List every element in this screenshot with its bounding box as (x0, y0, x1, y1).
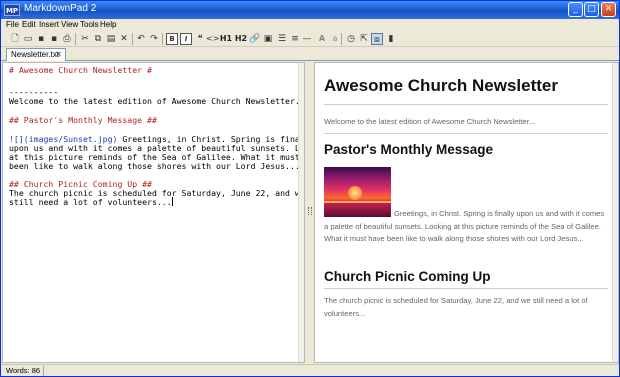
markdown-editor[interactable]: # Awesome Church Newsletter # ----------… (2, 62, 305, 363)
save-all-icon[interactable]: ▪ (48, 33, 60, 45)
toolbar: 🗋 ▭ ▪ ▪ ⎙ ✂ ⧉ ▤ ✕ ↶ ↷ B I ❝ <> H1 H2 🔗 ▣… (1, 31, 619, 47)
preview-picnic-text: The church picnic is scheduled for Satur… (324, 296, 588, 318)
uppercase-button[interactable]: A (315, 33, 329, 45)
live-preview-icon[interactable]: ⧈ (371, 33, 383, 45)
close-tab-icon[interactable]: ✕ (55, 49, 62, 61)
preview-title: Awesome Church Newsletter (324, 76, 558, 95)
app-logo-icon: MP (4, 4, 20, 16)
document-tab-strip: Newsletter.txt ✕ (1, 47, 619, 61)
link-icon[interactable]: 🔗 (249, 33, 261, 45)
title-bar[interactable]: MP MarkdownPad 2 _ □ ✕ (1, 1, 619, 19)
lowercase-button[interactable]: a (328, 33, 342, 45)
menu-bar: File Edit Insert View Tools Help (1, 19, 619, 31)
menu-edit[interactable]: Edit (22, 20, 36, 29)
paste-icon[interactable]: ▤ (105, 33, 117, 45)
editor-line: # Awesome Church Newsletter # (9, 65, 152, 75)
quote-icon[interactable]: ❝ (194, 33, 206, 45)
toolbar-separator (132, 33, 133, 45)
numbered-list-icon[interactable]: ≡ (289, 33, 301, 45)
heading-underline (324, 288, 608, 289)
menu-insert[interactable]: Insert (39, 20, 59, 29)
text-caret (171, 197, 173, 206)
open-folder-icon[interactable]: ▭ (22, 33, 34, 45)
tab-newsletter[interactable]: Newsletter.txt ✕ (6, 48, 66, 61)
editor-line-text: still need a lot of volunteers... (9, 197, 172, 207)
copy-icon[interactable]: ⧉ (92, 33, 104, 45)
editor-line: ## Pastor's Monthly Message ## (9, 115, 157, 125)
editor-line: been like to walk along those shores wit… (9, 161, 300, 171)
horizontal-rule-icon[interactable]: — (301, 33, 313, 45)
editor-line: Welcome to the latest edition of Awesome… (9, 96, 305, 106)
toolbar-separator (341, 33, 342, 45)
preview-pastor-text: Greetings, in Christ. Spring is finally … (324, 209, 605, 243)
tab-label: Newsletter.txt (11, 50, 60, 59)
preview-heading-picnic: Church Picnic Coming Up (324, 269, 491, 284)
status-divider (43, 366, 44, 376)
toolbar-separator (75, 33, 76, 45)
splitter-grip-icon[interactable] (308, 207, 312, 215)
preview-heading-pastor: Pastor's Monthly Message (324, 142, 494, 157)
horizon-shape (324, 201, 391, 203)
print-icon[interactable]: ⎙ (61, 33, 73, 45)
pane-splitter[interactable] (306, 62, 314, 363)
preview-scrollbar[interactable] (612, 63, 618, 362)
cut-icon[interactable]: ✂ (79, 33, 91, 45)
undo-icon[interactable]: ↶ (135, 33, 147, 45)
bulleted-list-icon[interactable]: ☰ (276, 33, 288, 45)
code-icon[interactable]: <> (206, 33, 219, 45)
heading2-button[interactable]: H2 (234, 33, 248, 45)
menu-help[interactable]: Help (100, 20, 116, 29)
editor-line: still need a lot of volunteers... (9, 197, 173, 207)
pin-icon[interactable]: ▮ (385, 33, 397, 45)
toolbar-separator (162, 33, 163, 45)
html-preview: Awesome Church Newsletter Welcome to the… (314, 62, 619, 363)
window-title: MarkdownPad 2 (24, 3, 97, 14)
image-icon[interactable]: ▣ (262, 33, 274, 45)
save-icon[interactable]: ▪ (35, 33, 47, 45)
minimize-button[interactable]: _ (568, 2, 583, 17)
status-bar: Words: 86 (1, 364, 619, 376)
close-window-button[interactable]: ✕ (601, 2, 616, 17)
horizontal-rule (324, 133, 608, 134)
redo-icon[interactable]: ↷ (148, 33, 160, 45)
delete-icon[interactable]: ✕ (118, 33, 130, 45)
preview-toggle-icon[interactable]: ⇱ (358, 33, 370, 45)
menu-file[interactable]: File (6, 20, 19, 29)
editor-scrollbar[interactable] (298, 63, 304, 362)
new-file-icon[interactable]: 🗋 (9, 33, 21, 45)
italic-button[interactable]: I (180, 33, 192, 45)
title-underline (324, 104, 608, 105)
bold-button[interactable]: B (166, 33, 178, 45)
preview-intro: Welcome to the latest edition of Awesome… (324, 117, 536, 126)
sun-shape (348, 186, 362, 200)
timestamp-icon[interactable]: ◷ (345, 33, 357, 45)
word-count: Words: 86 (6, 366, 41, 375)
menu-view[interactable]: View (61, 20, 78, 29)
app-window: MP MarkdownPad 2 _ □ ✕ File Edit Insert … (0, 0, 620, 377)
maximize-button[interactable]: □ (584, 2, 599, 17)
menu-tools[interactable]: Tools (80, 20, 99, 29)
heading1-button[interactable]: H1 (219, 33, 233, 45)
